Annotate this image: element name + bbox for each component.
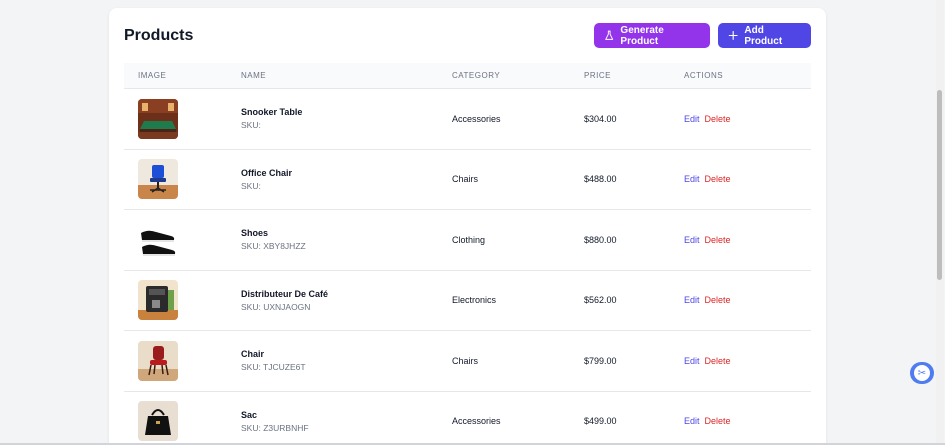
product-category: Accessories <box>452 416 501 427</box>
product-image-snooker-table <box>138 98 178 139</box>
product-name: Chair <box>241 349 265 360</box>
product-sku: SKU: XBY8JHZZ <box>241 241 306 252</box>
product-sku: SKU: <box>241 120 261 131</box>
product-name: Shoes <box>241 228 269 239</box>
product-image-coffee-machine <box>138 280 178 321</box>
header-actions: Generate Product Add Product <box>594 23 811 48</box>
column-header-price: PRICE <box>584 71 611 80</box>
delete-link[interactable]: Delete <box>705 174 731 184</box>
page-header: Products Generate Product Add Product <box>124 23 811 48</box>
table-header: IMAGE NAME CATEGORY PRICE ACTIONS <box>124 63 811 89</box>
delete-link[interactable]: Delete <box>705 416 731 426</box>
product-category: Chairs <box>452 355 479 366</box>
table-row: Distributeur De Café SKU: UXNJAOGN Elect… <box>124 271 811 331</box>
table-row: Sac SKU: Z3URBNHF Accessories $499.00 Ed… <box>124 392 811 445</box>
product-image-bag <box>138 401 178 442</box>
delete-link[interactable]: Delete <box>705 356 731 366</box>
table-row: Snooker Table SKU: Accessories $304.00 E… <box>124 89 811 150</box>
edit-link[interactable]: Edit <box>684 356 700 366</box>
product-name: Snooker Table <box>241 107 303 118</box>
edit-link[interactable]: Edit <box>684 295 700 305</box>
table-row: Office Chair SKU: Chairs $488.00 Edit De… <box>124 150 811 210</box>
product-sku: SKU: Z3URBNHF <box>241 422 309 433</box>
generate-product-button[interactable]: Generate Product <box>594 23 710 48</box>
product-category: Accessories <box>452 113 501 124</box>
table-row: Chair SKU: TJCUZE6T Chairs $799.00 Edit … <box>124 331 811 392</box>
product-price: $880.00 <box>584 234 617 245</box>
delete-link[interactable]: Delete <box>705 114 731 124</box>
product-sku: SKU: UXNJAOGN <box>241 301 311 312</box>
edit-link[interactable]: Edit <box>684 114 700 124</box>
edit-link[interactable]: Edit <box>684 416 700 426</box>
page-title: Products <box>124 26 194 44</box>
vertical-scrollbar[interactable] <box>936 0 944 445</box>
product-price: $304.00 <box>584 113 617 124</box>
product-name: Office Chair <box>241 167 293 178</box>
product-sku: SKU: <box>241 180 261 191</box>
edit-link[interactable]: Edit <box>684 235 700 245</box>
delete-link[interactable]: Delete <box>705 295 731 305</box>
product-price: $799.00 <box>584 355 617 366</box>
product-category: Electronics <box>452 295 497 306</box>
product-image-office-chair <box>138 159 178 200</box>
add-product-button[interactable]: Add Product <box>718 23 811 48</box>
column-header-name: NAME <box>241 71 267 80</box>
scissors-icon: ✂ <box>914 365 930 381</box>
product-price: $488.00 <box>584 174 617 185</box>
product-price: $562.00 <box>584 295 617 306</box>
floating-widget-button[interactable]: ✂ <box>910 362 934 384</box>
scrollbar-thumb[interactable] <box>937 90 942 280</box>
product-price: $499.00 <box>584 416 617 427</box>
product-image-chair <box>138 340 178 381</box>
column-header-category: CATEGORY <box>452 71 501 80</box>
product-category: Chairs <box>452 174 479 185</box>
edit-link[interactable]: Edit <box>684 174 700 184</box>
add-product-label: Add Product <box>744 24 783 47</box>
products-card: Products Generate Product Add Product IM… <box>109 8 826 445</box>
product-name: Distributeur De Café <box>241 288 329 299</box>
products-table: IMAGE NAME CATEGORY PRICE ACTIONS Snooke… <box>124 63 811 445</box>
product-image-shoes <box>138 219 178 260</box>
column-header-actions: ACTIONS <box>684 71 724 80</box>
table-row: Shoes SKU: XBY8JHZZ Clothing $880.00 Edi… <box>124 210 811 271</box>
product-sku: SKU: TJCUZE6T <box>241 362 306 373</box>
flask-icon <box>605 30 614 40</box>
product-category: Clothing <box>452 234 486 245</box>
column-header-image: IMAGE <box>138 71 167 80</box>
generate-product-label: Generate Product <box>620 24 664 47</box>
delete-link[interactable]: Delete <box>705 235 731 245</box>
plus-icon <box>728 31 738 40</box>
product-name: Sac <box>241 409 258 420</box>
